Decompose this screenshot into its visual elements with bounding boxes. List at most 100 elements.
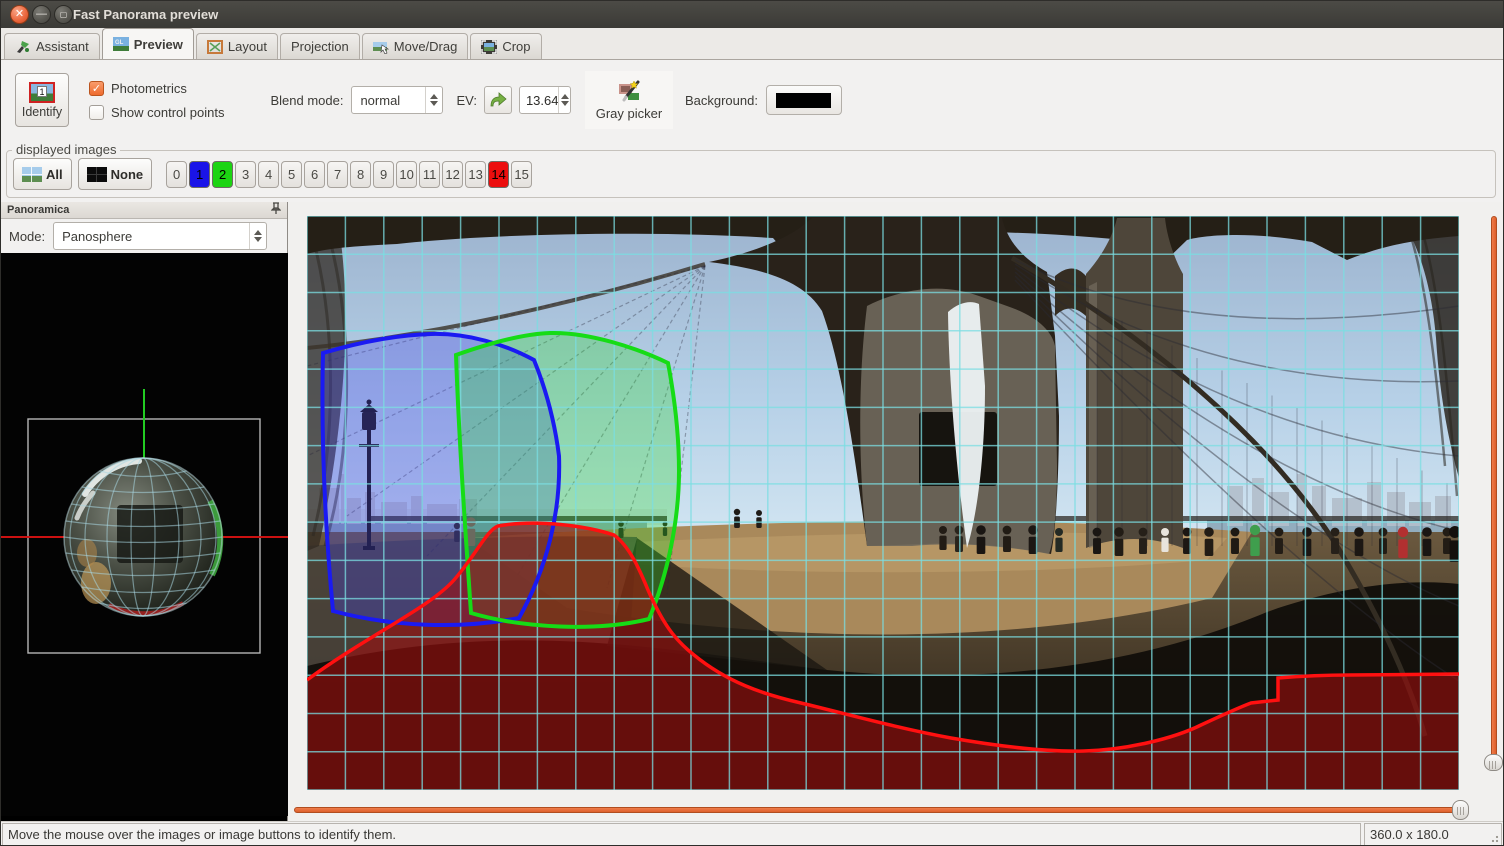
show-all-button[interactable]: All bbox=[13, 158, 72, 190]
tab-crop[interactable]: Crop bbox=[470, 33, 541, 59]
tab-projection[interactable]: Projection bbox=[280, 33, 360, 59]
assistant-icon bbox=[15, 40, 31, 54]
image-button-5[interactable]: 5 bbox=[281, 161, 302, 188]
none-label: None bbox=[111, 167, 144, 182]
image-button-3[interactable]: 3 bbox=[235, 161, 256, 188]
panorama-canvas[interactable] bbox=[307, 216, 1459, 790]
tab-label: Projection bbox=[291, 39, 349, 54]
pano-dimensions-value: 360.0 x 180.0 bbox=[1370, 827, 1449, 842]
identify-label: Identify bbox=[22, 105, 62, 119]
image-buttons: 0123456789101112131415 bbox=[166, 161, 532, 188]
show-control-points-label: Show control points bbox=[111, 105, 224, 120]
panosphere-3d-view bbox=[1, 253, 288, 816]
layout-icon bbox=[207, 40, 223, 54]
pitch-slider-handle[interactable] bbox=[1484, 754, 1503, 771]
gray-picker-button[interactable]: Gray picker bbox=[585, 71, 673, 129]
mode-row: Mode: Panosphere bbox=[1, 219, 287, 253]
image-button-2[interactable]: 2 bbox=[212, 161, 233, 188]
background-color-button[interactable] bbox=[766, 85, 842, 115]
image-button-10[interactable]: 10 bbox=[396, 161, 417, 188]
status-bar: Move the mouse over the images or image … bbox=[1, 821, 1503, 846]
ev-reset-button[interactable] bbox=[484, 86, 512, 114]
blend-mode-label: Blend mode: bbox=[270, 93, 343, 108]
background-label: Background: bbox=[685, 93, 758, 108]
blend-mode-value: normal bbox=[352, 93, 425, 108]
gray-picker-label: Gray picker bbox=[596, 106, 662, 121]
mode-label: Mode: bbox=[9, 229, 45, 244]
image-button-1[interactable]: 1 bbox=[189, 161, 210, 188]
status-message: Move the mouse over the images or image … bbox=[2, 823, 1361, 846]
close-button[interactable]: ✕ bbox=[10, 5, 29, 24]
tab-assistant[interactable]: Assistant bbox=[4, 33, 100, 59]
tab-label: Assistant bbox=[36, 39, 89, 54]
dropdown-arrows-icon bbox=[425, 87, 442, 113]
pin-icon[interactable] bbox=[271, 202, 281, 218]
pitch-slider-track[interactable] bbox=[1491, 216, 1497, 762]
green-arrow-icon bbox=[488, 92, 508, 108]
image-button-13[interactable]: 13 bbox=[465, 161, 486, 188]
toolbar: 1 Identify ✓ Photometrics ✓ Show control… bbox=[1, 60, 1503, 140]
all-images-icon bbox=[22, 167, 42, 182]
yaw-slider[interactable] bbox=[294, 800, 1478, 820]
crop-icon bbox=[481, 40, 497, 54]
pitch-slider[interactable] bbox=[1484, 216, 1504, 774]
maximize-button[interactable]: ▢ bbox=[54, 5, 73, 24]
tab-move-drag[interactable]: Move/Drag bbox=[362, 33, 469, 59]
photometrics-checkbox[interactable]: ✓ bbox=[89, 81, 104, 96]
yaw-slider-handle[interactable] bbox=[1452, 800, 1469, 820]
tab-label: Preview bbox=[134, 37, 183, 52]
preview-icon: GL bbox=[113, 37, 129, 51]
image-button-6[interactable]: 6 bbox=[304, 161, 325, 188]
yaw-slider-track[interactable] bbox=[294, 807, 1468, 813]
spinner-arrows-icon bbox=[558, 87, 569, 113]
titlebar: ✕ — ▢ Fast Panorama preview bbox=[1, 1, 1503, 28]
displayed-images-label: displayed images bbox=[12, 142, 120, 157]
all-label: All bbox=[46, 167, 63, 182]
image-button-0[interactable]: 0 bbox=[166, 161, 187, 188]
background-color-swatch bbox=[776, 93, 831, 108]
show-none-button[interactable]: None bbox=[78, 158, 153, 190]
image-button-8[interactable]: 8 bbox=[350, 161, 371, 188]
tab-label: Move/Drag bbox=[394, 39, 458, 54]
resize-grip[interactable] bbox=[1489, 833, 1499, 843]
image-button-14[interactable]: 14 bbox=[488, 161, 509, 188]
panosphere-viewport[interactable] bbox=[1, 253, 287, 821]
move-drag-icon bbox=[373, 40, 389, 54]
photometrics-label: Photometrics bbox=[111, 81, 187, 96]
bridge-column-right bbox=[1086, 218, 1183, 548]
app-window: ✕ — ▢ Fast Panorama preview Assistant GL… bbox=[0, 0, 1504, 846]
gray-picker-icon bbox=[617, 80, 641, 104]
displayed-images-group: All None 0123456789101112131415 bbox=[6, 150, 1496, 198]
window-title: Fast Panorama preview bbox=[73, 7, 218, 22]
ev-label: EV: bbox=[456, 93, 476, 108]
image-button-9[interactable]: 9 bbox=[373, 161, 394, 188]
tab-bar: Assistant GL Preview Layout Projection M… bbox=[1, 28, 1503, 60]
dropdown-arrows-icon bbox=[249, 223, 266, 249]
none-images-icon bbox=[87, 167, 107, 182]
ev-value: 13.64 bbox=[520, 93, 559, 108]
show-control-points-checkbox[interactable]: ✓ bbox=[89, 105, 104, 120]
mode-select[interactable]: Panosphere bbox=[53, 222, 267, 250]
image-button-7[interactable]: 7 bbox=[327, 161, 348, 188]
svg-text:GL: GL bbox=[115, 40, 124, 46]
blend-mode-select[interactable]: normal bbox=[351, 86, 443, 114]
preview-panel bbox=[288, 202, 1503, 821]
minimize-button[interactable]: — bbox=[32, 5, 51, 24]
image-button-4[interactable]: 4 bbox=[258, 161, 279, 188]
tab-preview[interactable]: GL Preview bbox=[102, 28, 194, 59]
panosphere-panel-header: Panoramica bbox=[1, 202, 287, 219]
tab-layout[interactable]: Layout bbox=[196, 33, 278, 59]
identify-button[interactable]: 1 Identify bbox=[15, 73, 69, 127]
ev-spinner[interactable]: 13.64 bbox=[519, 86, 571, 114]
pano-dimensions: 360.0 x 180.0 bbox=[1364, 823, 1502, 846]
tab-label: Crop bbox=[502, 39, 530, 54]
displayed-images-section: displayed images All None 01234567891011… bbox=[1, 140, 1503, 202]
image-button-15[interactable]: 15 bbox=[511, 161, 532, 188]
panosphere-panel-title: Panoramica bbox=[7, 204, 69, 216]
image-button-12[interactable]: 12 bbox=[442, 161, 463, 188]
show-control-points-checkbox-row[interactable]: ✓ Show control points bbox=[89, 105, 224, 120]
content: Panoramica Mode: Panosphere bbox=[1, 202, 1503, 821]
photometrics-checkbox-row[interactable]: ✓ Photometrics bbox=[89, 81, 224, 96]
image-button-11[interactable]: 11 bbox=[419, 161, 440, 188]
identify-icon: 1 bbox=[29, 82, 55, 103]
